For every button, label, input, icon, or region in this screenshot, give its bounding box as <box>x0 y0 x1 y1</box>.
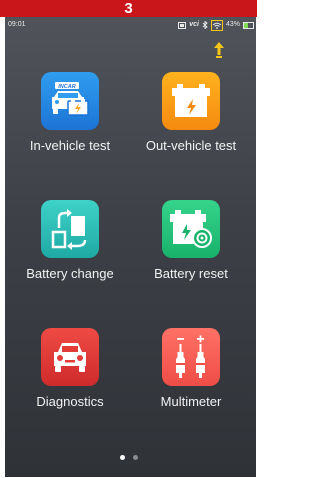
page-dot-1[interactable] <box>120 455 125 460</box>
battery-reset-icon-tile[interactable] <box>162 200 220 258</box>
battery-change-icon-tile[interactable] <box>41 200 99 258</box>
incar-car-battery-icon: INCAR <box>52 82 89 116</box>
in-vehicle-test-icon-tile[interactable]: INCAR <box>41 72 99 130</box>
page-indicator <box>120 455 138 460</box>
bluetooth-icon <box>202 21 208 29</box>
wifi-icon <box>212 22 222 29</box>
tile-label: Out-vehicle test <box>145 138 237 153</box>
tile-diagnostics[interactable]: Diagnostics <box>11 328 129 409</box>
phone-screen: 09:01 vci 43% INCAR In-vehicle test Out-… <box>5 17 256 477</box>
status-bar: 09:01 vci 43% <box>5 17 256 33</box>
battery-swap-icon <box>51 209 87 250</box>
incar-badge-text: INCAR <box>58 84 75 90</box>
page-dot-2[interactable] <box>133 455 138 460</box>
tile-label: Diagnostics <box>36 394 104 409</box>
battery-icon <box>243 21 254 29</box>
up-arrow-icon <box>214 42 224 58</box>
multimeter-probes-icon <box>176 335 205 378</box>
diagnostics-icon-tile[interactable] <box>41 328 99 386</box>
tile-battery-reset[interactable]: Battery reset <box>132 200 250 281</box>
battery-charge-icon <box>172 84 210 117</box>
battery-reset-icon <box>170 210 212 248</box>
status-time: 09:01 <box>8 21 26 28</box>
tile-in-vehicle-test[interactable]: INCAR In-vehicle test <box>11 72 129 153</box>
tile-label: Multimeter <box>160 394 222 409</box>
step-banner: 3 <box>0 0 257 17</box>
tile-battery-change[interactable]: Battery change <box>11 200 129 281</box>
status-icons: vci 43% <box>178 17 254 33</box>
tile-label: In-vehicle test <box>29 138 111 153</box>
tile-multimeter[interactable]: Multimeter <box>132 328 250 409</box>
car-front-icon <box>54 343 86 372</box>
step-number: 3 <box>124 0 133 17</box>
sim-card-icon <box>178 21 187 29</box>
tile-out-vehicle-test[interactable]: Out-vehicle test <box>132 72 250 153</box>
tile-label: Battery reset <box>154 266 228 281</box>
wifi-icon-highlight <box>210 19 223 31</box>
vci-indicator: vci <box>189 21 199 28</box>
battery-percent: 43% <box>225 21 240 28</box>
out-vehicle-test-icon-tile[interactable] <box>162 72 220 130</box>
multimeter-icon-tile[interactable] <box>162 328 220 386</box>
tile-label: Battery change <box>26 266 114 281</box>
